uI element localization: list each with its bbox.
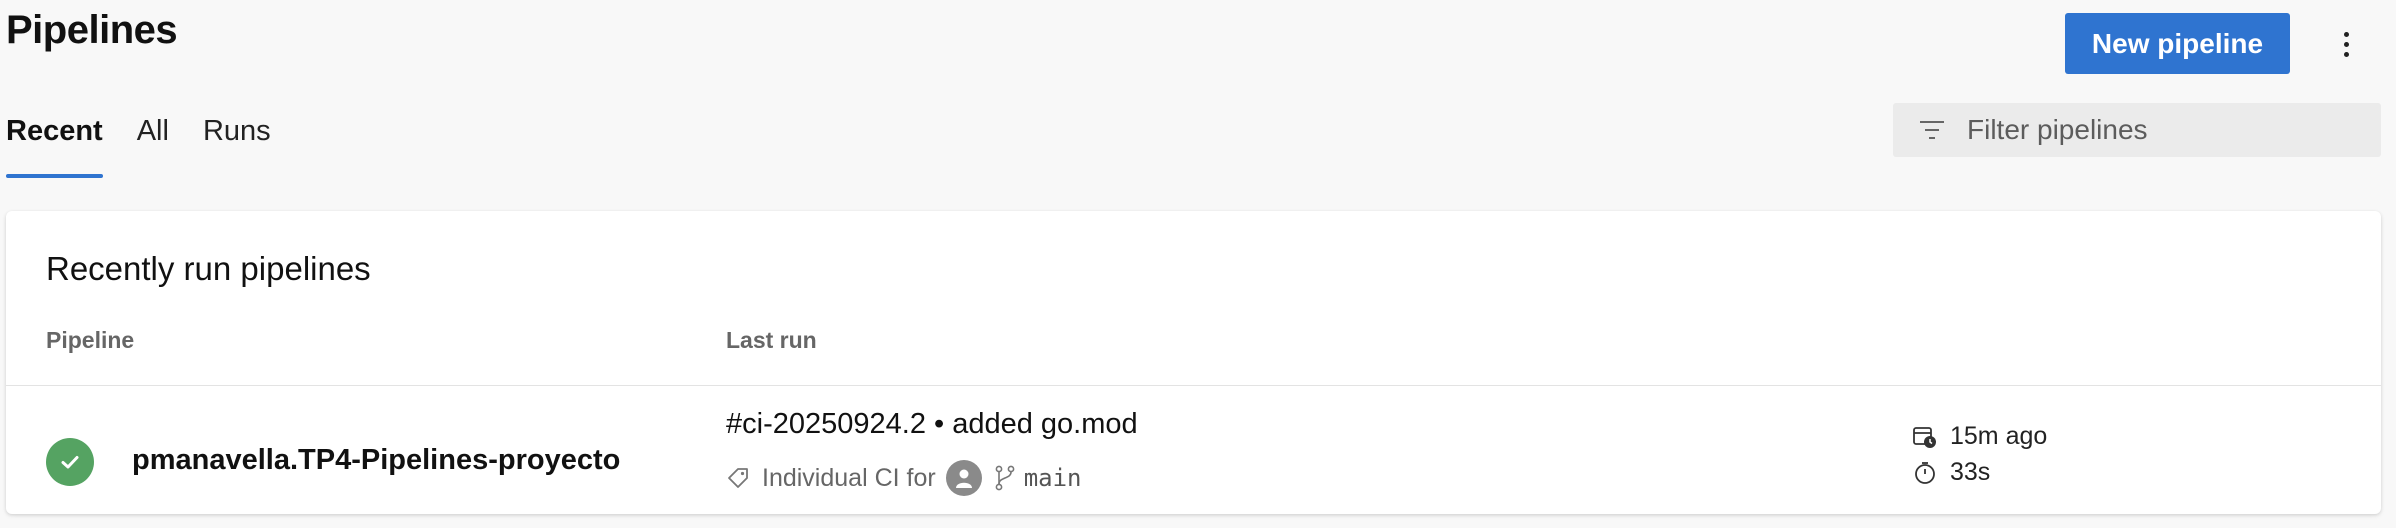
duration-text: 33s	[1950, 458, 1991, 486]
pipeline-tabs: Recent All Runs	[6, 112, 305, 178]
column-header-pipeline: Pipeline	[46, 327, 135, 353]
run-duration: 33s	[1912, 458, 1990, 487]
more-dot-icon	[2343, 41, 2349, 47]
run-reason: Individual CI for	[762, 463, 936, 492]
run-time-ago: 15m ago	[1912, 422, 2047, 451]
calendar-clock-icon	[1913, 426, 1936, 448]
more-actions-button[interactable]	[2326, 22, 2366, 66]
check-circle-icon	[46, 438, 94, 486]
tab-recent[interactable]: Recent	[6, 112, 103, 178]
run-title-link[interactable]: #ci-20250924.2 • added go.mod	[726, 408, 1138, 441]
page-title: Pipelines	[6, 8, 178, 52]
filter-pipelines-input[interactable]: Filter pipelines	[1893, 103, 2381, 157]
user-avatar-icon	[955, 469, 972, 488]
more-dot-icon	[2343, 51, 2349, 57]
pipeline-name-link[interactable]: pmanavella.TP4-Pipelines-proyecto	[132, 444, 620, 477]
stopwatch-icon	[1915, 461, 1935, 484]
run-meta: Individual CI for main	[726, 458, 1082, 498]
card-title: Recently run pipelines	[46, 250, 371, 287]
time-ago-text: 15m ago	[1950, 422, 2048, 450]
column-header-last-run: Last run	[726, 327, 817, 353]
recent-pipelines-card: Recently run pipelines Pipeline Last run…	[6, 211, 2381, 514]
more-dot-icon	[2343, 31, 2349, 37]
branch-icon	[995, 465, 1015, 491]
pipelines-page: Pipelines New pipeline Recent All Runs F…	[0, 0, 2396, 528]
new-pipeline-button[interactable]: New pipeline	[2065, 13, 2290, 74]
tag-icon	[728, 468, 748, 488]
table-row[interactable]: pmanavella.TP4-Pipelines-proyecto #ci-20…	[6, 386, 2381, 514]
tab-all[interactable]: All	[137, 112, 169, 178]
tab-runs[interactable]: Runs	[203, 112, 271, 178]
filter-icon	[1920, 121, 1944, 139]
avatar	[945, 460, 982, 496]
branch-name[interactable]: main	[1024, 464, 1082, 492]
filter-placeholder: Filter pipelines	[1967, 114, 2148, 145]
